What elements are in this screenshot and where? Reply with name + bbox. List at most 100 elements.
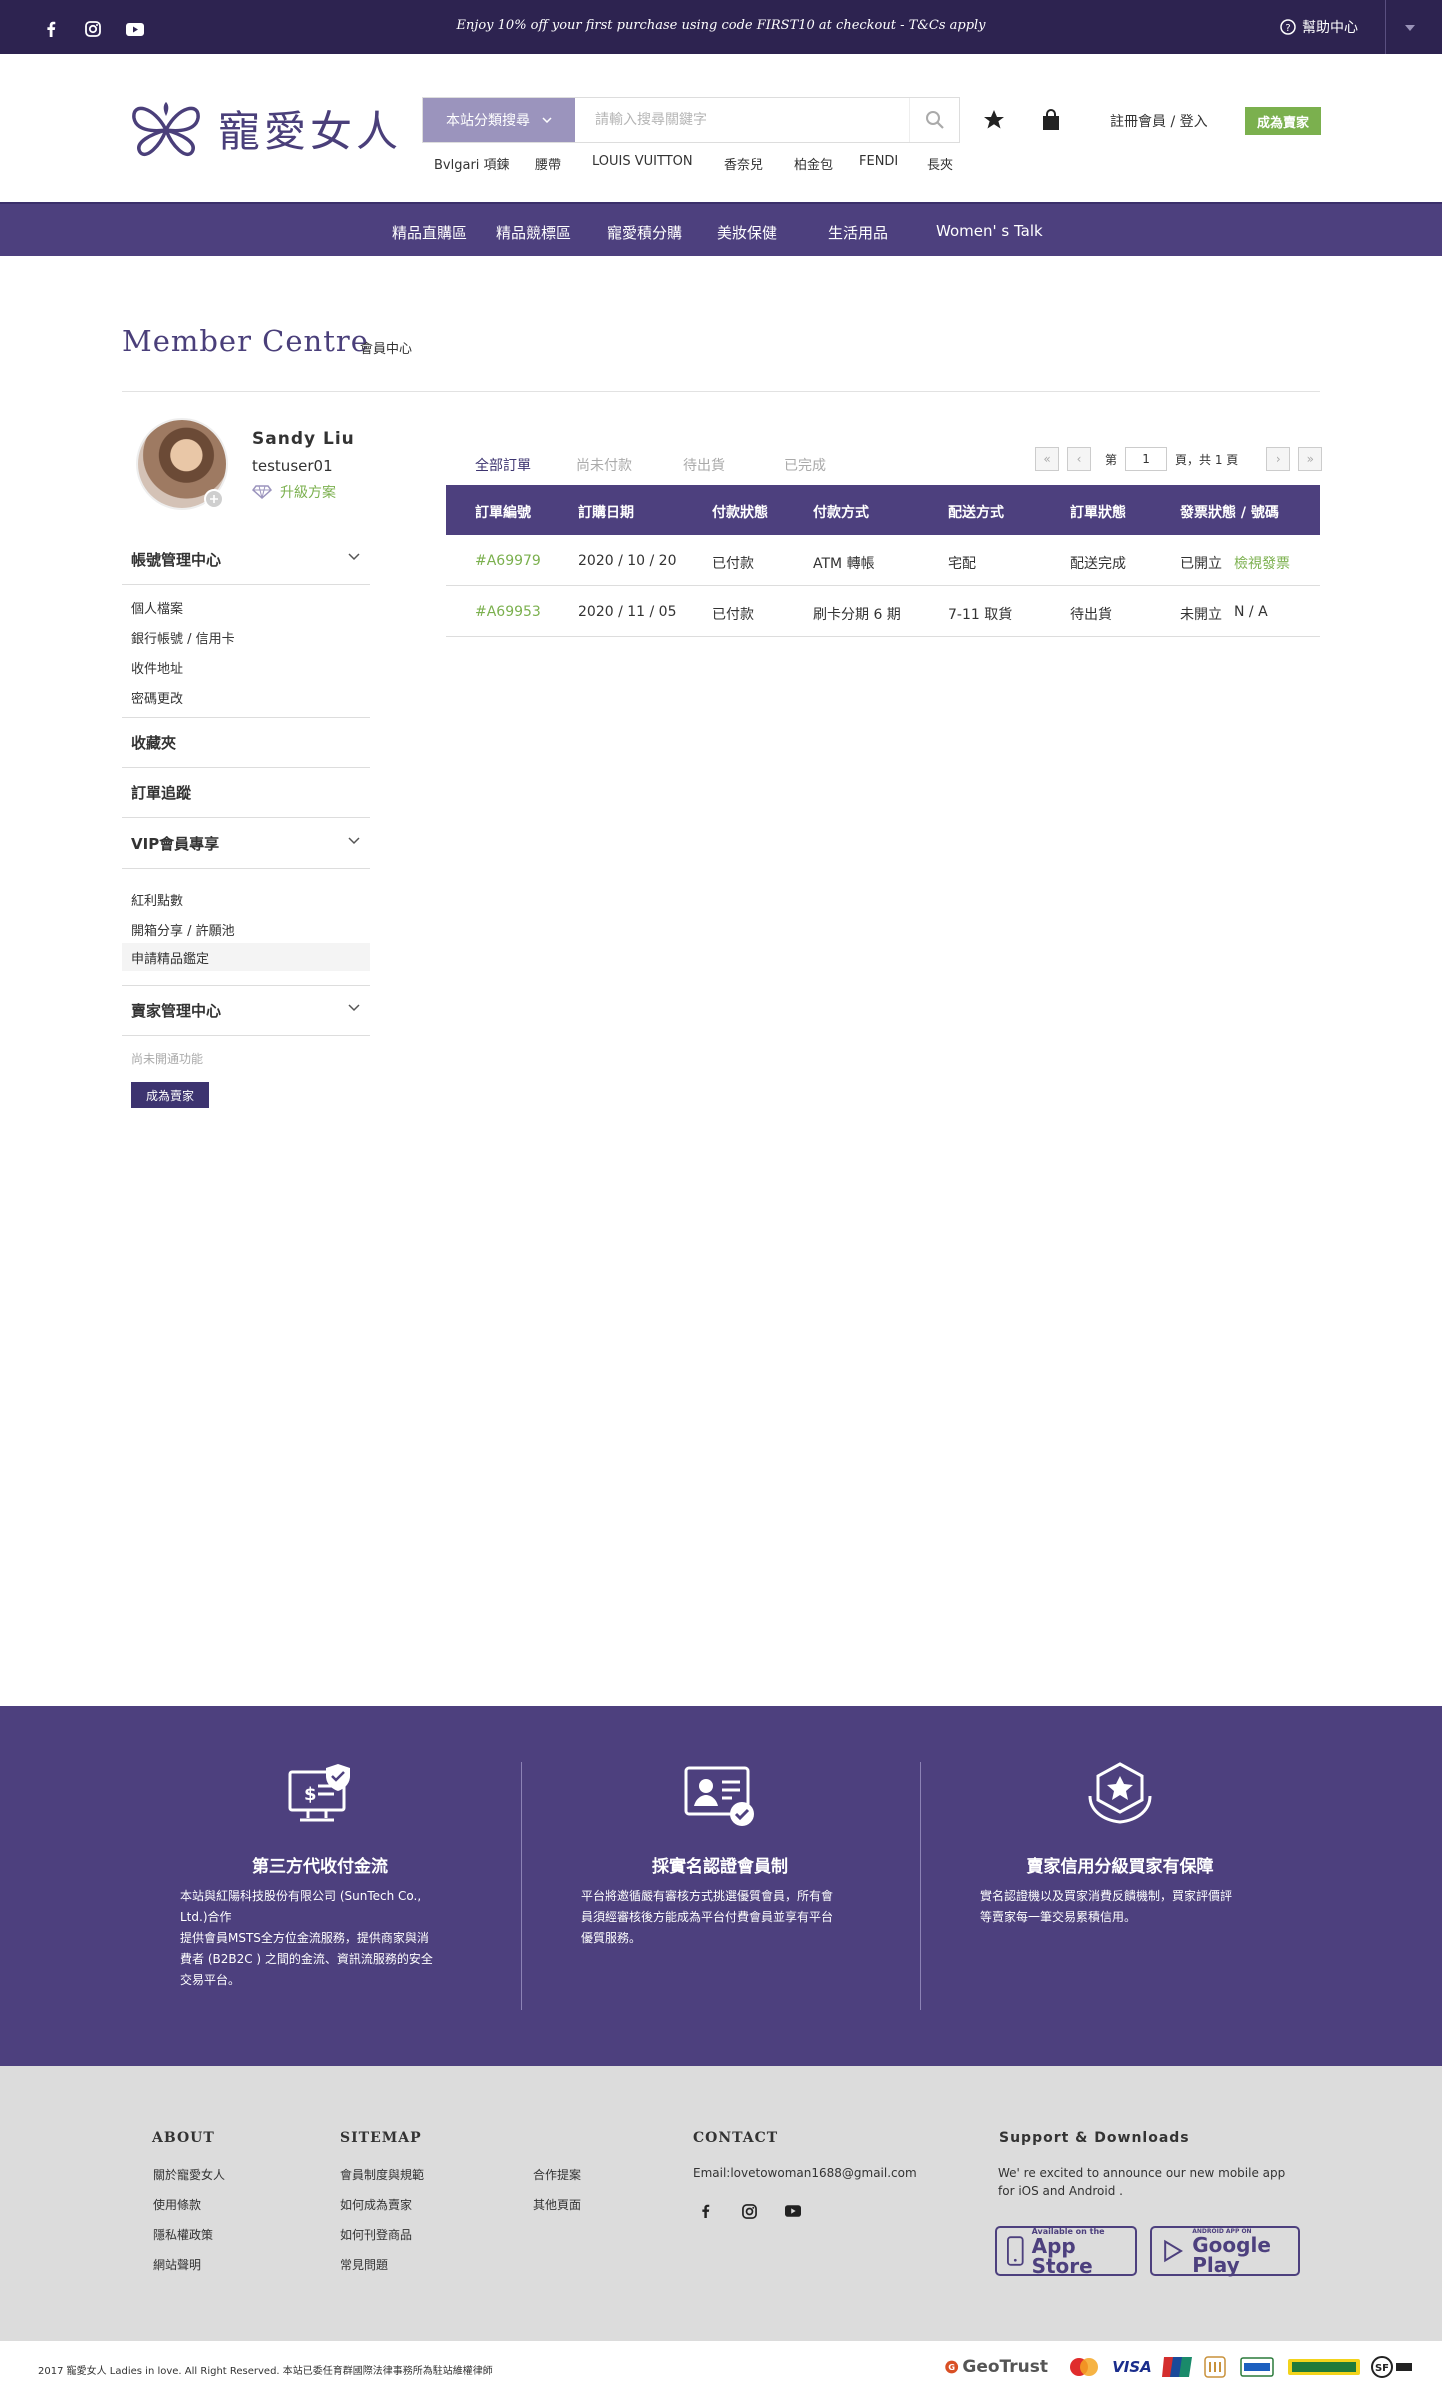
register-login-link[interactable]: 註冊會員 / 登入	[1110, 111, 1208, 131]
footer-link-other[interactable]: 其他頁面	[533, 2196, 581, 2213]
footer-link-become-seller[interactable]: 如何成為賣家	[340, 2196, 412, 2213]
chevron-down-icon	[542, 117, 552, 123]
sidebar-item-bank-card[interactable]: 銀行帳號 / 信用卡	[131, 628, 235, 647]
youtube-icon[interactable]	[782, 2200, 804, 2222]
sidebar-order-tracking[interactable]: 訂單追蹤	[122, 768, 370, 818]
site-footer: ABOUT 關於寵愛女人 使用條款 隱私權政策 網站聲明 SITEMAP 會員制…	[0, 2066, 1442, 2341]
dropdown-caret-icon[interactable]	[1404, 18, 1416, 37]
page-suffix: 頁，共 1 頁	[1175, 452, 1239, 467]
nav-item-direct[interactable]: 精品直購區	[392, 222, 467, 243]
search-box: 本站分類搜尋	[422, 97, 960, 143]
sidebar-seller-center[interactable]: 賣家管理中心	[122, 986, 370, 1036]
facebook-icon[interactable]	[694, 2200, 716, 2222]
order-id-link[interactable]: #A69953	[475, 604, 541, 620]
hot-keyword-7[interactable]: 長夾	[927, 154, 953, 173]
tab-completed[interactable]: 已完成	[784, 455, 826, 475]
trust-text: 本站與紅陽科技股份有限公司 (SunTech Co., Ltd.)合作 提供會員…	[180, 1886, 433, 1991]
footer-contact-title: CONTACT	[693, 2130, 779, 2146]
sidebar-become-seller-button[interactable]: 成為賣家	[131, 1082, 209, 1108]
col-order-status: 訂單狀態	[1070, 505, 1126, 521]
nav-item-points[interactable]: 寵愛積分購	[607, 222, 682, 243]
order-date: 2020 / 10 / 20	[578, 553, 677, 569]
sidebar-item-password[interactable]: 密碼更改	[131, 688, 183, 707]
hot-keyword-2[interactable]: 腰帶	[535, 154, 561, 173]
invoice-number: N / A	[1234, 604, 1268, 620]
footer-support-title: Support & Downloads	[999, 2130, 1190, 2146]
tab-to-ship[interactable]: 待出貨	[683, 455, 725, 475]
app-store-button[interactable]: Available on the App Store	[995, 2226, 1137, 2276]
upgrade-plan-link[interactable]: 升級方案	[252, 482, 336, 502]
app-store-text: Available on the App Store	[1032, 2227, 1135, 2276]
instagram-icon[interactable]	[738, 2200, 760, 2222]
prev-page-button[interactable]: ‹	[1067, 447, 1091, 471]
trust-text-line: 本站與紅陽科技股份有限公司 (SunTech Co.,	[180, 1889, 422, 1903]
svg-text:?: ?	[1285, 23, 1290, 34]
unionpay-logo	[1162, 2355, 1192, 2379]
page-number-input[interactable]	[1125, 447, 1168, 471]
avatar-edit-icon[interactable]	[204, 489, 224, 509]
order-id-link[interactable]: #A69979	[475, 553, 541, 569]
nav-item-auction[interactable]: 精品競標區	[496, 222, 571, 243]
sidebar-account-center[interactable]: 帳號管理中心	[122, 535, 370, 585]
search-button[interactable]	[909, 98, 959, 142]
copyright: 2017 寵愛女人 Ladies in love. All Right Rese…	[38, 2366, 493, 2377]
shopping-bag-icon[interactable]	[1040, 108, 1062, 132]
invoice-status: 未開立	[1180, 607, 1222, 623]
first-page-button[interactable]: «	[1035, 447, 1059, 471]
sidebar-vip[interactable]: VIP會員專享	[122, 819, 370, 869]
become-seller-button[interactable]: 成為賣家	[1245, 107, 1321, 135]
sidebar-favorites[interactable]: 收藏夾	[122, 718, 370, 768]
hot-keyword-4[interactable]: 香奈兒	[724, 154, 763, 173]
footer-link-partnership[interactable]: 合作提案	[533, 2166, 581, 2183]
chevron-down-icon	[348, 553, 360, 561]
tab-all-orders[interactable]: 全部訂單	[475, 455, 531, 475]
sidebar-item-profile[interactable]: 個人檔案	[131, 598, 183, 617]
footer-link-disclaimer[interactable]: 網站聲明	[153, 2256, 201, 2273]
id-card-check-icon	[684, 1766, 754, 1826]
hot-keyword-6[interactable]: FENDI	[859, 154, 898, 169]
sf-express-icon: SF	[1371, 2356, 1412, 2378]
user-id: testuser01	[252, 457, 333, 475]
trust-text-line: 優質服務。	[581, 1931, 642, 1945]
footer-link-member-rules[interactable]: 會員制度與規範	[340, 2166, 424, 2183]
col-invoice: 發票狀態 / 號碼	[1180, 505, 1279, 521]
trust-text-line: Ltd.)合作	[180, 1910, 232, 1924]
sidebar-item-authentication[interactable]: 申請精品鑑定	[122, 943, 370, 971]
footer-link-list-product[interactable]: 如何刊登商品	[340, 2226, 412, 2243]
sidebar-item-bonus-points[interactable]: 紅利點數	[131, 890, 183, 909]
invoice-status: 已開立	[1180, 556, 1222, 572]
footer-link-terms[interactable]: 使用條款	[153, 2196, 201, 2213]
search-category-select[interactable]: 本站分類搜尋	[423, 98, 575, 142]
hot-keyword-1[interactable]: Bvlgari 項鍊	[434, 154, 510, 173]
footer-link-faq[interactable]: 常見問題	[340, 2256, 388, 2273]
footer-contact-email[interactable]: Email:lovetowoman1688@gmail.com	[693, 2166, 917, 2180]
trust-text-line: 等賣家每一筆交易累積信用。	[980, 1910, 1137, 1924]
site-logo[interactable]: 寵愛女人	[124, 96, 402, 160]
familymart-icon	[1240, 2357, 1274, 2377]
svg-text:G: G	[948, 2362, 955, 2372]
help-center-link[interactable]: ? 幫助中心	[1280, 17, 1358, 37]
sidebar-item-address[interactable]: 收件地址	[131, 658, 183, 677]
nav-item-womens-talk[interactable]: Women' s Talk	[936, 222, 1043, 240]
last-page-button[interactable]: »	[1298, 447, 1323, 471]
chevron-down-icon	[348, 1004, 360, 1012]
nav-item-living[interactable]: 生活用品	[828, 222, 888, 243]
topbar-divider	[1385, 0, 1386, 54]
tab-unpaid[interactable]: 尚未付款	[576, 455, 632, 475]
hot-keyword-5[interactable]: 柏金包	[794, 154, 833, 173]
sidebar-item-unboxing[interactable]: 開箱分享 / 許願池	[131, 920, 235, 939]
table-row: #A69953 2020 / 11 / 05 已付款 刷卡分期 6 期 7-11…	[446, 586, 1320, 637]
pay-method: 刷卡分期 6 期	[813, 607, 901, 623]
hot-keyword-3[interactable]: LOUIS VUITTON	[592, 154, 693, 169]
trust-text: 平台將邀循嚴有審核方式挑選優質會員，所有會 員須經審核後方能成為平台付費會員並享…	[581, 1886, 833, 1949]
view-invoice-link[interactable]: 檢視發票	[1234, 553, 1290, 573]
footer-link-privacy[interactable]: 隱私權政策	[153, 2226, 213, 2243]
star-icon[interactable]	[982, 108, 1006, 132]
play-icon	[1164, 2239, 1184, 2263]
search-input[interactable]	[575, 98, 909, 142]
nav-item-beauty[interactable]: 美妝保健	[717, 222, 777, 243]
next-page-button[interactable]: ›	[1266, 447, 1291, 471]
footer-link-about[interactable]: 關於寵愛女人	[153, 2166, 225, 2183]
google-play-button[interactable]: ANDROID APP ON Google Play	[1150, 2226, 1300, 2276]
seller-note: 尚未開通功能	[131, 1052, 204, 1066]
